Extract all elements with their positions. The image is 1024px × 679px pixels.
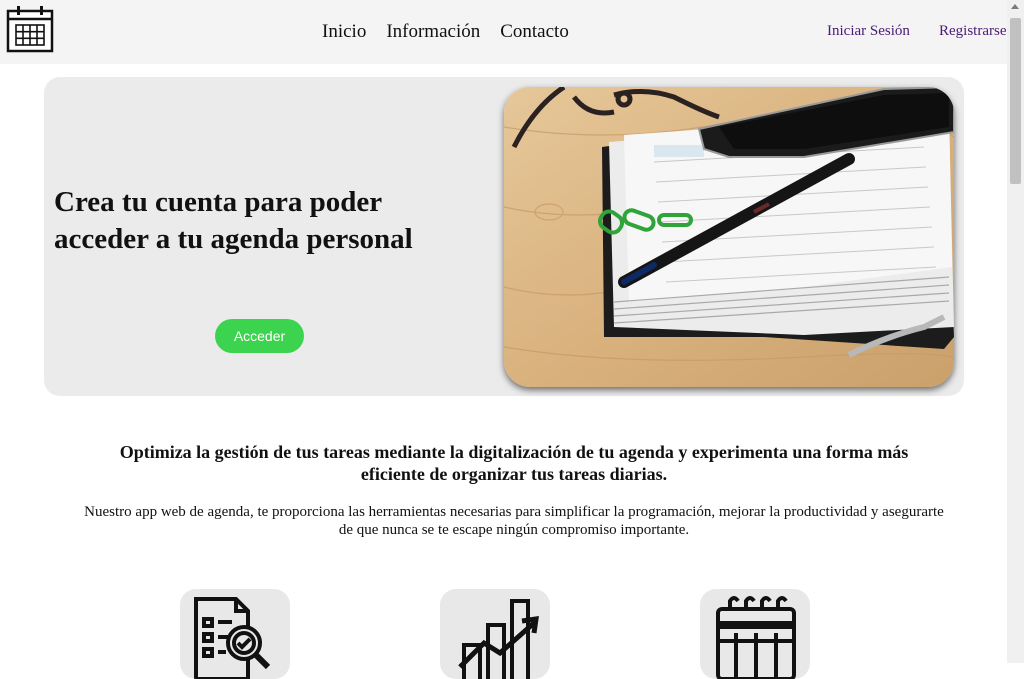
checklist-icon — [194, 597, 271, 679]
hero-title: Crea tu cuenta para poder acceder a tu a… — [54, 186, 413, 255]
login-link[interactable]: Iniciar Sesión — [827, 23, 910, 40]
page-scrollbar[interactable] — [1007, 0, 1024, 663]
main-nav: Inicio Información Contacto — [322, 21, 569, 43]
intro-heading: Optimiza la gestión de tus tareas median… — [119, 442, 909, 484]
calendar-icon — [716, 596, 796, 679]
scroll-up-arrow-icon[interactable] — [1011, 4, 1019, 9]
calendar-logo-icon[interactable] — [6, 5, 54, 53]
intro-text: Nuestro app web de agenda, te proporcion… — [84, 504, 944, 538]
feature-tile-productivity — [440, 589, 550, 679]
nav-link-inicio[interactable]: Inicio — [322, 21, 366, 43]
feature-tile-calendar — [700, 589, 810, 679]
agenda-photo — [504, 87, 954, 387]
scroll-thumb[interactable] — [1010, 18, 1021, 184]
hero-section: Crea tu cuenta para poder acceder a tu a… — [44, 77, 964, 396]
top-header: Inicio Información Contacto Iniciar Sesi… — [0, 0, 1007, 64]
register-link[interactable]: Registrarse — [939, 23, 1007, 40]
nav-link-contacto[interactable]: Contacto — [500, 21, 569, 43]
access-button[interactable]: Acceder — [215, 319, 304, 353]
feature-tile-tasks — [180, 589, 290, 679]
nav-link-informacion[interactable]: Información — [386, 21, 480, 43]
growth-chart-icon — [458, 599, 539, 679]
